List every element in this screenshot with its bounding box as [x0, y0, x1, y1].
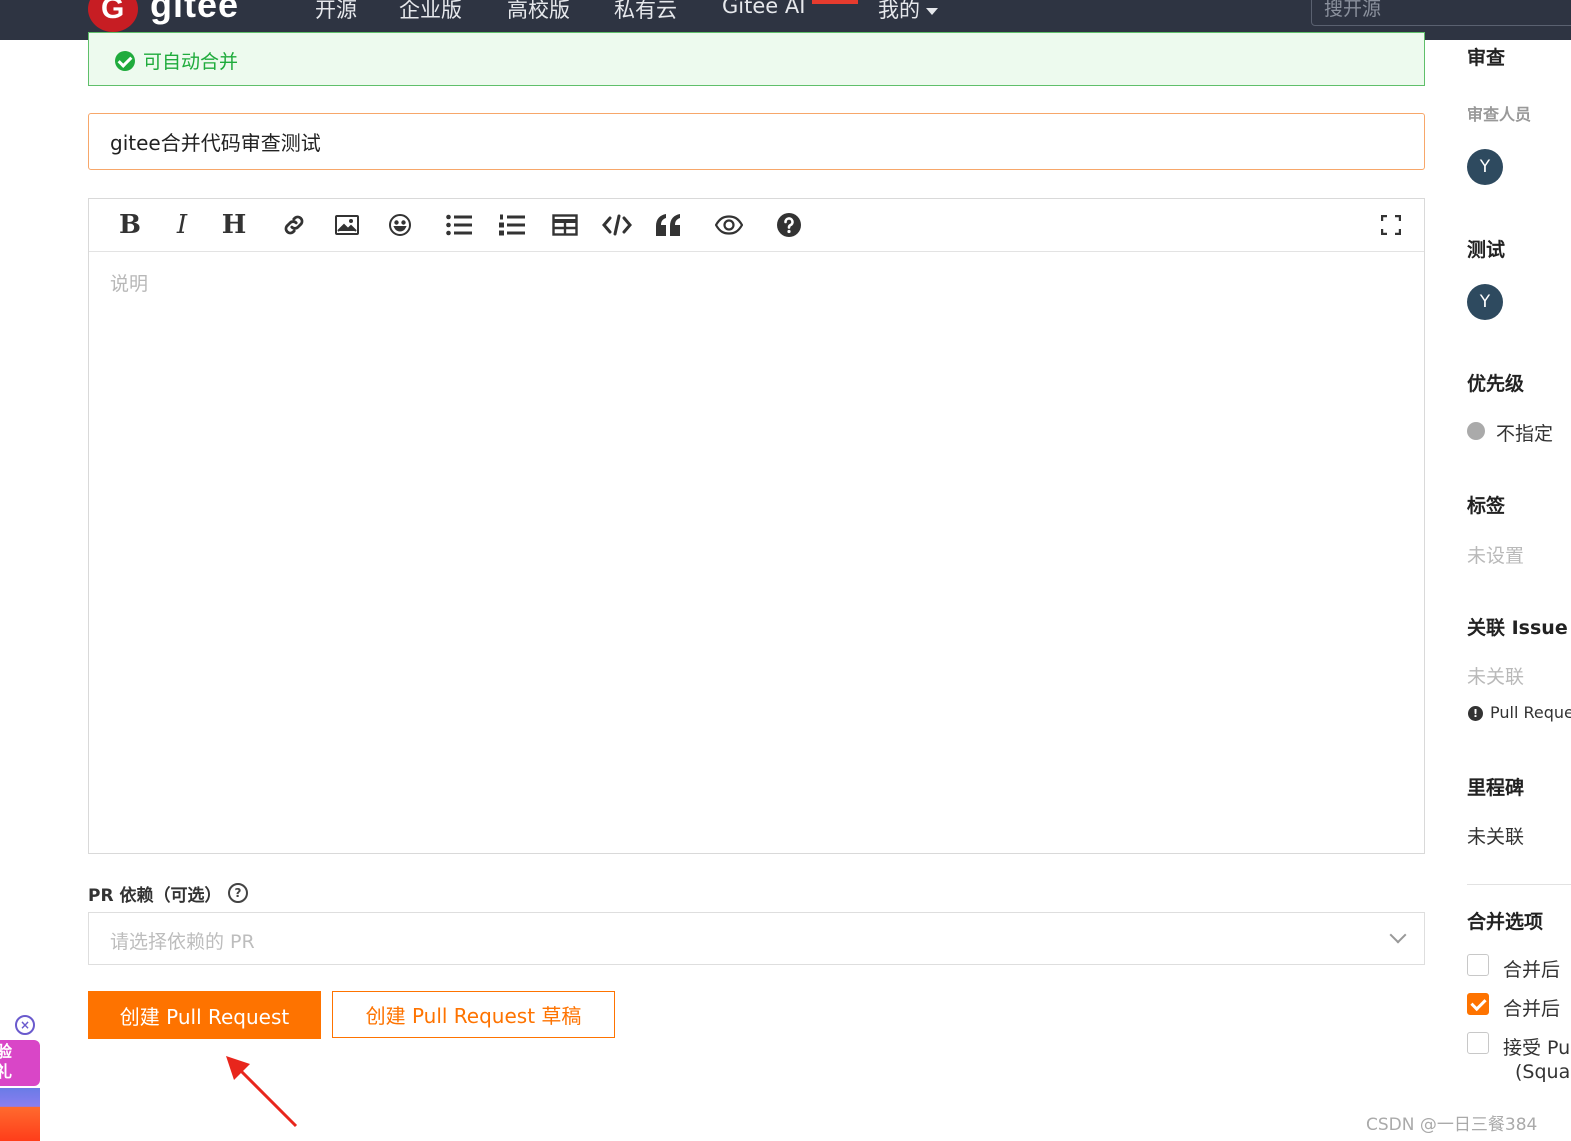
pr-dependency-select[interactable]: 请选择依赖的 PR — [88, 912, 1425, 965]
description-textarea[interactable] — [89, 251, 1424, 851]
milestone-heading[interactable]: 里程碑 — [1467, 773, 1524, 800]
search-input[interactable]: 搜开源 — [1311, 0, 1571, 26]
merge-options-heading: 合并选项 — [1467, 911, 1544, 933]
nav-item-mine[interactable]: 我的 — [878, 0, 938, 24]
quote-icon[interactable] — [653, 209, 685, 241]
code-icon[interactable] — [601, 209, 633, 241]
help-icon[interactable] — [773, 209, 805, 241]
bold-icon[interactable]: B — [114, 209, 146, 241]
labels-value: 未设置 — [1467, 545, 1525, 567]
bullet-list-icon[interactable] — [443, 209, 475, 241]
nav-item-private-cloud[interactable]: 私有云 — [614, 0, 677, 24]
merge-option-checkbox-2[interactable] — [1467, 993, 1489, 1015]
csdn-watermark: CSDN @一日三餐384 — [1366, 1115, 1538, 1135]
nav-item-enterprise[interactable]: 企业版 — [399, 0, 462, 24]
heading-icon[interactable]: H — [218, 209, 250, 241]
merge-option-label-2: 合并后 — [1503, 998, 1561, 1020]
linked-issue-value: 未关联 — [1467, 666, 1525, 688]
create-draft-pull-request-button[interactable]: 创建 Pull Request 草稿 — [332, 991, 615, 1038]
milestone-value: 未关联 — [1467, 826, 1525, 848]
logo-letter: G — [101, 0, 125, 25]
new-badge — [812, 0, 858, 4]
reviewers-label[interactable]: 审查人员 — [1467, 101, 1531, 125]
tester-avatar[interactable]: Y — [1467, 284, 1503, 320]
chevron-down-icon — [1389, 926, 1407, 944]
linked-issue-heading[interactable]: 关联 Issue — [1467, 613, 1568, 640]
emoji-icon[interactable] — [384, 209, 416, 241]
promo-text: 验礼 — [0, 1042, 13, 1081]
sidebar-divider — [1467, 884, 1571, 885]
editor-toolbar: B I H — [89, 199, 1424, 252]
merge-option-sublabel-3: (Squa — [1515, 1061, 1571, 1083]
merge-status-text: 可自动合并 — [143, 51, 239, 73]
markdown-editor: B I H — [88, 198, 1425, 854]
close-icon[interactable]: × — [15, 1015, 35, 1035]
table-icon[interactable] — [549, 209, 581, 241]
reviewer-avatar[interactable]: Y — [1467, 149, 1503, 185]
exclamation-circle-icon: ! — [1468, 706, 1483, 721]
image-icon[interactable] — [331, 209, 363, 241]
promo-banner[interactable]: 验礼 — [0, 1040, 40, 1086]
labels-heading[interactable]: 标签 — [1467, 491, 1505, 518]
caret-down-icon — [926, 7, 938, 15]
annotation-arrow-icon — [226, 1056, 298, 1128]
promo-image[interactable] — [0, 1088, 40, 1141]
merge-option-label-3: 接受 Pu — [1503, 1037, 1571, 1059]
test-heading[interactable]: 测试 — [1467, 235, 1505, 262]
logo-text[interactable]: gitee — [150, 0, 239, 26]
priority-dot-icon — [1467, 422, 1485, 440]
merge-option-checkbox-3[interactable] — [1467, 1032, 1489, 1054]
italic-icon[interactable]: I — [166, 209, 198, 241]
linked-issue-note: Pull Reque — [1490, 703, 1571, 722]
review-heading: 审查 — [1467, 47, 1506, 69]
nav-item-gitee-ai[interactable]: Gitee AI — [722, 0, 805, 18]
link-icon[interactable] — [278, 209, 310, 241]
pr-title-input[interactable] — [88, 113, 1425, 170]
pr-dependency-label: PR 依赖（可选） — [88, 886, 222, 906]
merge-option-checkbox-1[interactable] — [1467, 954, 1489, 976]
create-pull-request-button[interactable]: 创建 Pull Request — [88, 991, 321, 1039]
check-circle-icon — [115, 51, 135, 71]
question-circle-icon[interactable]: ? — [228, 883, 248, 903]
nav-item-mine-label: 我的 — [878, 0, 920, 22]
nav-item-education[interactable]: 高校版 — [507, 0, 570, 24]
nav-item-open-source[interactable]: 开源 — [315, 0, 357, 24]
pr-dependency-placeholder: 请选择依赖的 PR — [110, 931, 255, 953]
numbered-list-icon[interactable] — [496, 209, 528, 241]
fullscreen-icon[interactable] — [1375, 209, 1407, 241]
priority-value[interactable]: 不指定 — [1496, 419, 1553, 446]
merge-option-label-1: 合并后 — [1503, 959, 1561, 981]
merge-status-banner: 可自动合并 — [88, 32, 1425, 86]
preview-icon[interactable] — [713, 209, 745, 241]
gitee-logo-icon[interactable]: G — [88, 0, 138, 32]
priority-heading[interactable]: 优先级 — [1467, 369, 1524, 396]
